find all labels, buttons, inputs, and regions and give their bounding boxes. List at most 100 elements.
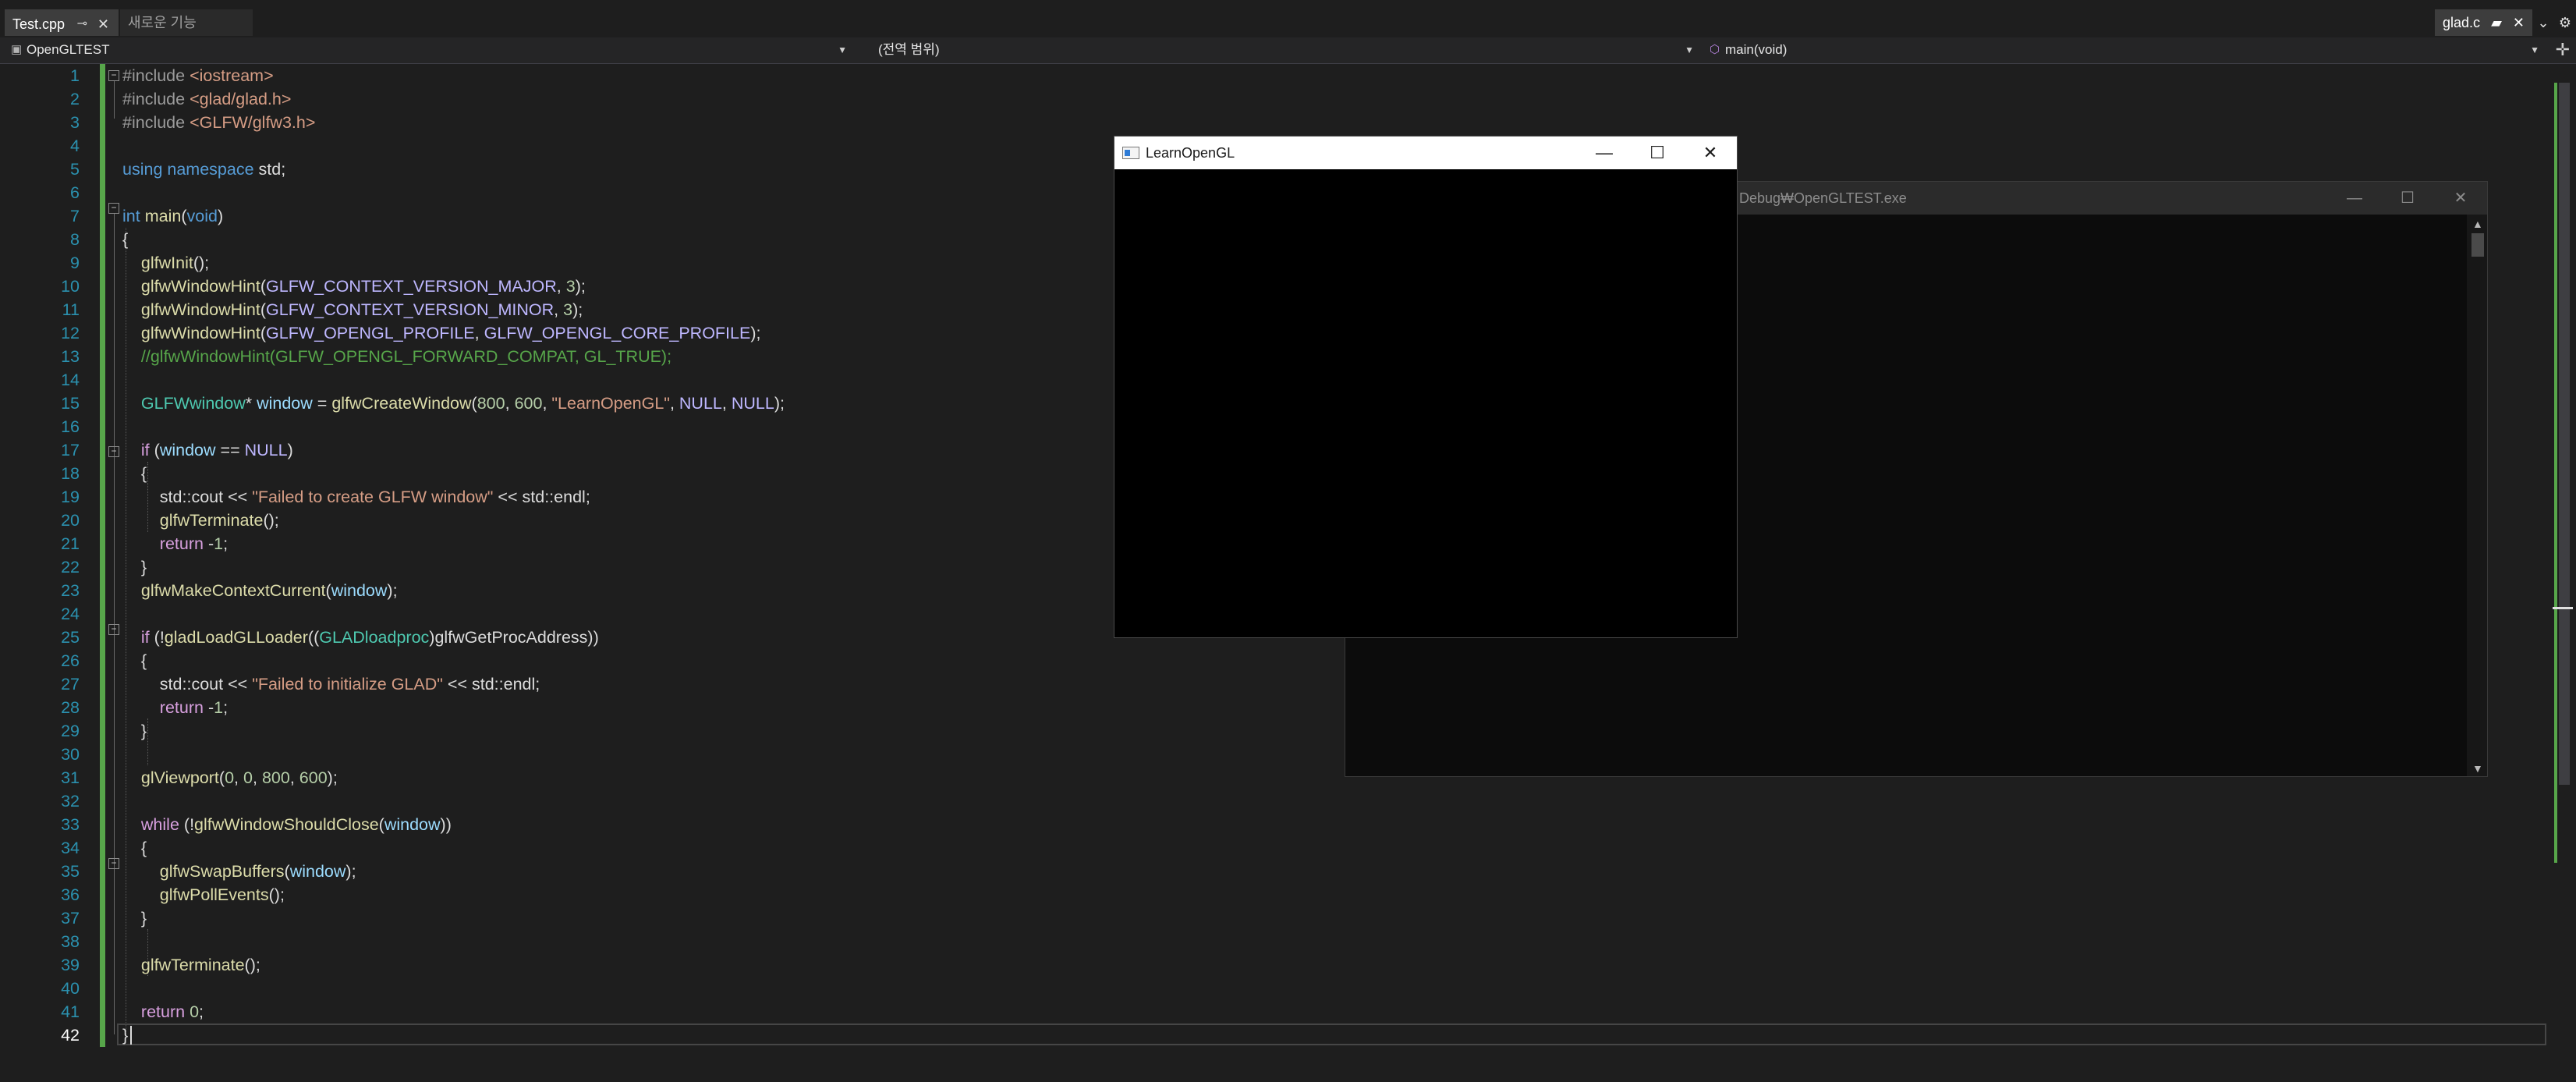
chevron-down-icon[interactable]: ⌄ [2532, 15, 2554, 31]
code-line[interactable]: 33 while (!glfwWindowShouldClose(window)… [0, 813, 2558, 836]
tab-whats-new[interactable]: 새로운 기능 [120, 9, 253, 36]
close-tab-icon[interactable]: ✕ [2513, 9, 2525, 36]
navigation-bar: ▣ OpenGLTEST ▼ (전역 범위) ▼ ⬡ main(void) ▼ … [0, 37, 2576, 64]
code-text[interactable]: if (window == NULL) [122, 438, 293, 462]
code-text[interactable]: return -1; [122, 696, 228, 719]
line-number: 2 [70, 90, 80, 108]
preview-tab-area: glad.c ▰ ✕ ⌄ ⚙ [2435, 9, 2576, 36]
caret-position-marker [2553, 607, 2573, 609]
code-text[interactable]: return 0; [122, 1000, 204, 1023]
code-line[interactable]: 40 [0, 977, 2558, 1000]
line-number: 12 [61, 324, 80, 342]
code-line[interactable]: 1 #include <iostream> [0, 64, 2558, 87]
scope-dropdown[interactable]: (전역 범위) ▼ [856, 39, 1700, 61]
code-text[interactable]: glfwTerminate(); [122, 953, 260, 977]
code-text[interactable]: glfwInit(); [122, 251, 209, 275]
tab-test-cpp[interactable]: Test.cpp ⊸ ✕ [5, 9, 119, 36]
code-text[interactable]: glfwPollEvents(); [122, 883, 285, 906]
code-line[interactable]: 37 } [0, 906, 2558, 930]
code-text[interactable]: { [122, 649, 147, 672]
code-text[interactable]: { [122, 228, 128, 251]
code-line[interactable]: 32 [0, 789, 2558, 813]
close-tab-icon[interactable]: ✕ [97, 11, 109, 37]
code-text[interactable]: glfwMakeContextCurrent(window); [122, 579, 398, 602]
code-text[interactable]: //glfwWindowHint(GLFW_OPENGL_FORWARD_COM… [122, 345, 671, 368]
code-line[interactable]: 41 return 0; [0, 1000, 2558, 1023]
code-line[interactable]: 2 #include <glad/glad.h> [0, 87, 2558, 111]
code-line[interactable]: 34 { [0, 836, 2558, 860]
code-text[interactable]: } [122, 555, 147, 579]
code-text[interactable]: glViewport(0, 0, 800, 600); [122, 766, 338, 789]
code-text[interactable]: } [122, 719, 147, 743]
opengl-window[interactable]: LearnOpenGL — ☐ ✕ [1114, 136, 1738, 638]
gear-icon[interactable]: ⚙ [2554, 15, 2576, 31]
member-dropdown[interactable]: ⬡ main(void) ▼ [1703, 39, 2546, 61]
close-button[interactable]: ✕ [1684, 137, 1737, 169]
project-dropdown[interactable]: ▣ OpenGLTEST ▼ [5, 39, 853, 61]
code-text[interactable]: } [122, 1023, 128, 1047]
scroll-up-icon[interactable]: ▲ [2472, 218, 2483, 230]
code-line[interactable]: 42} [0, 1023, 2558, 1047]
code-text[interactable]: std::cout << "Failed to create GLFW wind… [122, 485, 590, 509]
line-number: 6 [70, 183, 80, 202]
line-number: 22 [61, 558, 80, 576]
code-text[interactable]: using namespace std; [122, 158, 285, 181]
maximize-button[interactable]: ☐ [1631, 137, 1684, 169]
code-text[interactable]: glfwWindowHint(GLFW_CONTEXT_VERSION_MAJO… [122, 275, 586, 298]
code-line[interactable]: 35 glfwSwapBuffers(window); [0, 860, 2558, 883]
scrollbar-thumb[interactable] [2559, 83, 2570, 785]
code-text[interactable]: } [122, 906, 147, 930]
scroll-down-icon[interactable]: ▼ [2472, 762, 2483, 775]
line-number: 28 [61, 698, 80, 717]
line-number: 11 [62, 300, 80, 319]
line-number: 25 [61, 628, 80, 647]
line-number: 17 [61, 441, 80, 459]
line-number: 27 [61, 675, 80, 694]
line-number: 21 [61, 534, 80, 553]
code-text[interactable]: GLFWwindow* window = glfwCreateWindow(80… [122, 392, 785, 415]
code-text[interactable]: #include <GLFW/glfw3.h> [122, 111, 315, 134]
code-line[interactable]: 39 glfwTerminate(); [0, 953, 2558, 977]
line-number: 34 [61, 839, 80, 857]
code-text[interactable]: int main(void) [122, 204, 223, 228]
line-number: 15 [61, 394, 80, 413]
code-text[interactable]: #include <glad/glad.h> [122, 87, 291, 111]
line-number: 26 [61, 651, 80, 670]
code-text[interactable]: glfwWindowHint(GLFW_CONTEXT_VERSION_MINO… [122, 298, 583, 321]
code-line[interactable]: 3 #include <GLFW/glfw3.h> [0, 111, 2558, 134]
console-scrollbar[interactable]: ▲ ▼ [2467, 215, 2487, 776]
code-text[interactable]: glfwTerminate(); [122, 509, 279, 532]
code-text[interactable]: if (!gladLoadGLLoader((GLADloadproc)glfw… [122, 626, 599, 649]
close-button[interactable]: ✕ [2434, 182, 2487, 215]
line-number: 35 [61, 862, 80, 881]
cube-icon: ⬡ [1710, 43, 1720, 56]
chevron-down-icon: ▼ [838, 44, 847, 55]
tab-glad-c[interactable]: glad.c ▰ ✕ [2435, 9, 2532, 36]
scrollbar-thumb[interactable] [2471, 233, 2484, 257]
keep-open-icon[interactable]: ▰ [2491, 9, 2502, 36]
code-text[interactable]: while (!glfwWindowShouldClose(window)) [122, 813, 452, 836]
line-number: 20 [61, 511, 80, 530]
code-text[interactable]: glfwWindowHint(GLFW_OPENGL_PROFILE, GLFW… [122, 321, 761, 345]
tab-label: 새로운 기능 [128, 15, 197, 30]
minimize-button[interactable]: — [1578, 137, 1631, 169]
editor-vertical-scrollbar[interactable] [2553, 64, 2576, 1082]
maximize-button[interactable]: ☐ [2381, 182, 2434, 215]
opengl-render-canvas[interactable] [1114, 169, 1737, 637]
code-text[interactable]: #include <iostream> [122, 64, 274, 87]
pin-icon[interactable]: ⊸ [77, 11, 87, 37]
opengl-window-titlebar[interactable]: LearnOpenGL — ☐ ✕ [1114, 137, 1737, 169]
code-text[interactable]: { [122, 836, 147, 860]
code-text[interactable]: return -1; [122, 532, 228, 555]
split-window-icon[interactable]: ✛ [2556, 39, 2570, 61]
code-line[interactable]: 38 [0, 930, 2558, 953]
code-text[interactable]: { [122, 462, 147, 485]
code-text[interactable]: glfwSwapBuffers(window); [122, 860, 356, 883]
code-text[interactable]: std::cout << "Failed to initialize GLAD"… [122, 672, 540, 696]
code-line[interactable]: 36 glfwPollEvents(); [0, 883, 2558, 906]
minimize-button[interactable]: — [2328, 182, 2381, 215]
line-number: 29 [61, 722, 80, 740]
document-tab-strip: Test.cpp ⊸ ✕ 새로운 기능 glad.c ▰ ✕ ⌄ ⚙ [0, 0, 2576, 37]
member-label: main(void) [1725, 42, 1788, 57]
line-number: 23 [61, 581, 80, 600]
